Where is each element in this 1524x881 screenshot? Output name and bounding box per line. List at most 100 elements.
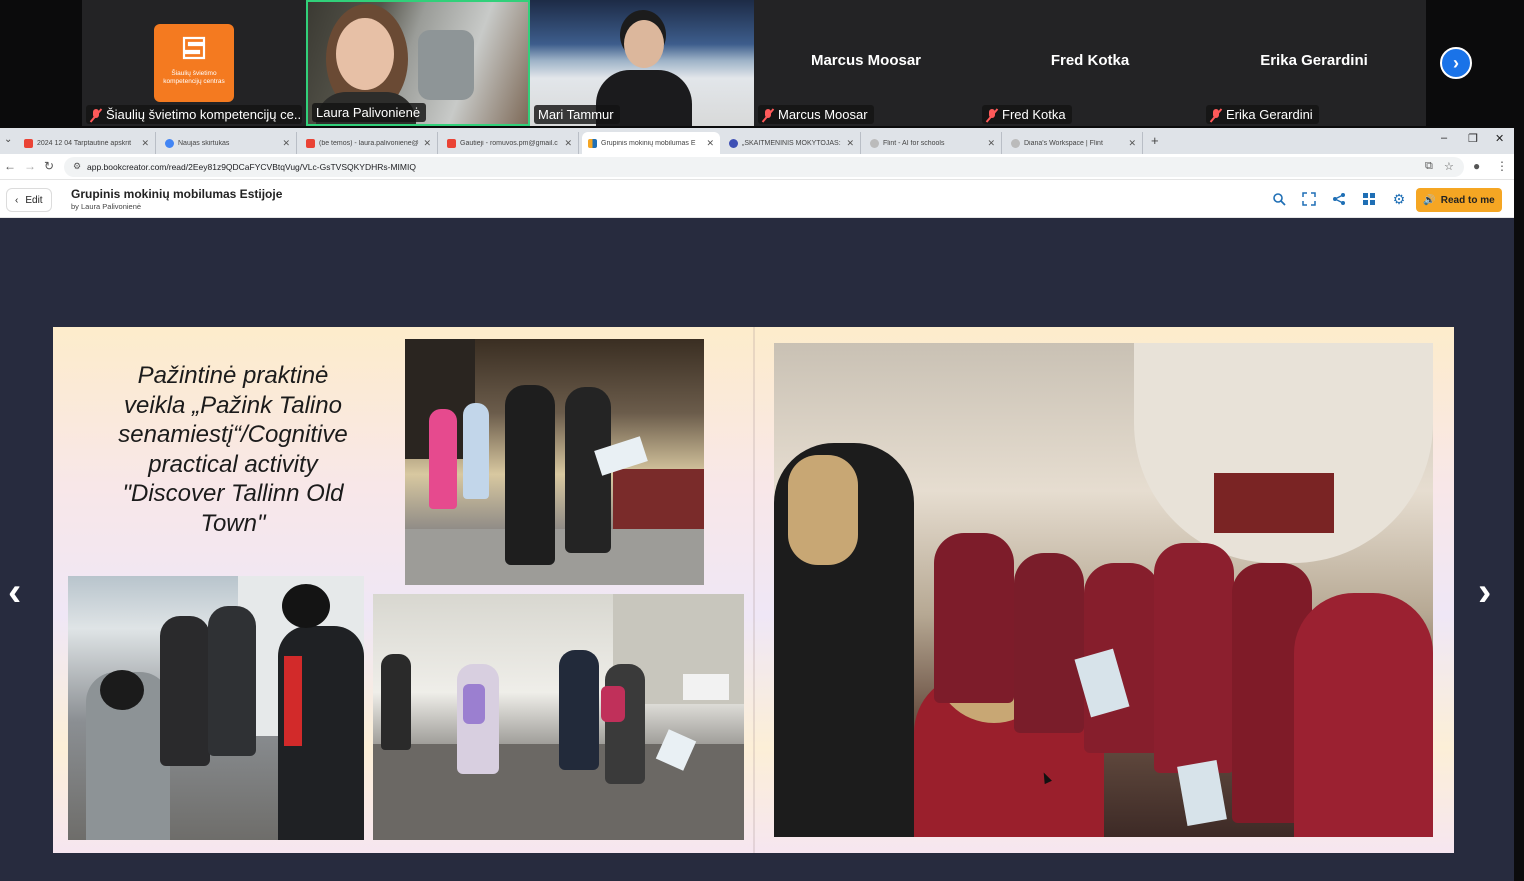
bookmark-star-icon[interactable]: ☆ [1444,160,1454,173]
browser-menu-icon[interactable]: ⋮ [1496,159,1508,173]
flint-icon [1011,138,1020,148]
caption-line: Town" [200,509,266,537]
participant-name-tag: Fred Kotka [982,105,1072,124]
tab-label: (be temos) - laura.palivoniene@ [319,139,419,147]
participant-tile-organization[interactable]: Šiaulių švietimo kompetencijų centras Ši… [82,0,306,126]
zoom-icon[interactable] [1270,190,1288,208]
close-icon[interactable]: ✕ [846,138,854,149]
minimize-icon[interactable]: – [1441,132,1447,144]
child-blue-shape [463,403,489,499]
child-black-shape [208,606,256,756]
child-black-shape [505,385,555,565]
tab-gmail-3[interactable]: Gautieji - romuvos.pm@gmail.c ✕ [441,132,579,154]
mic-off-icon [762,108,774,122]
adult-shape [559,650,599,770]
back-icon[interactable]: ← [4,159,16,173]
flint-icon [870,138,879,148]
mic-off-icon [1210,108,1222,122]
restore-icon[interactable]: ❐ [1468,132,1478,145]
gmail-icon [306,138,315,148]
participant-name-tag: Mari Tammur [534,105,620,124]
participant-display-name: Marcus Moosar [810,52,922,69]
participant-name: Marcus Moosar [778,107,868,122]
bench-shape [1214,473,1334,533]
browser-window: ⌄ 2024 12 04 Tarptautinė apskrit ✕ Nauja… [0,128,1514,881]
participant-tile-marcus[interactable]: Marcus Moosar Marcus Moosar [754,0,978,126]
forward-icon[interactable]: → [24,159,36,173]
book-title: Grupinis mokinių mobilumas Estijoje [71,187,283,201]
tab-bookcreator[interactable]: Grupinis mokinių mobilumas E ✕ [582,132,720,154]
bench-shape [683,674,729,700]
participant-name-tag: Laura Palivonienė [312,103,427,122]
photo-old-town-square[interactable] [373,594,744,840]
read-to-me-button[interactable]: 🔊 Read to me [1416,188,1502,212]
hat-shape [100,670,144,710]
reload-icon[interactable]: ↻ [44,159,54,173]
close-icon[interactable]: ✕ [282,138,290,149]
photo-children-walking[interactable] [68,576,364,840]
participant-name-tag: Marcus Moosar [758,105,874,124]
close-icon[interactable]: ✕ [987,138,995,149]
caption-line: veikla „Pažink Talino [124,391,342,419]
participant-tile-erika[interactable]: Erika Gerardini Erika Gerardini [1202,0,1426,126]
participant-name: Mari Tammur [538,107,614,122]
book-spread: Pažintinė praktinė veikla „Pažink Talino… [53,327,1454,853]
close-icon[interactable]: ✕ [706,138,714,149]
child-red-shape [934,533,1014,703]
bookcreator-icon [588,138,597,148]
close-icon[interactable]: ✕ [423,138,431,149]
mic-off-icon [986,108,998,122]
close-window-icon[interactable]: ✕ [1495,132,1504,145]
settings-icon[interactable]: ⚙ [1390,190,1408,208]
participant-tile-mari[interactable]: Mari Tammur [530,0,754,126]
tab-gmail-1[interactable]: 2024 12 04 Tarptautinė apskrit ✕ [18,132,156,154]
tab-gmail-2[interactable]: (be temos) - laura.palivoniene@ ✕ [300,132,438,154]
tab-search-icon[interactable]: ⌄ [4,134,12,145]
organization-logo: Šiaulių švietimo kompetencijų centras [154,24,234,102]
face-shape [336,18,394,90]
tab-skaitmeninis[interactable]: „SKAITMENINIS MOKYTOJAS: A ✕ [723,132,861,154]
next-participants-button[interactable]: › [1440,47,1472,79]
new-tab-icon[interactable]: + [1151,133,1159,148]
participant-display-name: Fred Kotka [1050,52,1130,69]
child-black-shape [160,616,210,766]
chevron-right-icon: › [1453,52,1459,73]
url-text: app.bookcreator.com/read/2Eey81z9QDCaFYC… [87,162,416,172]
logo-text: Šiaulių švietimo kompetencijų centras [163,70,225,85]
child-red-shape [1294,593,1433,837]
site-info-icon[interactable]: ⚙ [73,161,81,172]
participant-name: Laura Palivonienė [316,105,421,120]
photo-group-indoors[interactable] [774,343,1433,837]
share-icon[interactable] [1330,190,1348,208]
participant-tile-fred[interactable]: Fred Kotka Fred Kotka [978,0,1202,126]
close-icon[interactable]: ✕ [1128,138,1136,149]
install-icon[interactable]: ⧉ [1425,160,1433,173]
close-icon[interactable]: ✕ [564,138,572,149]
hat-shape [282,584,330,628]
tab-label: „SKAITMENINIS MOKYTOJAS: A [742,139,843,147]
backpack-shape [463,684,485,724]
child-red-shape [1014,553,1084,733]
tab-label: Diana's Workspace | Flint [1024,139,1103,147]
profile-icon[interactable]: ● [1473,159,1480,173]
tab-label: Gautieji - romuvos.pm@gmail.c [460,139,558,147]
participant-tile-laura[interactable]: Laura Palivonienė [306,0,530,126]
next-page-arrow-icon[interactable]: › [1478,570,1491,615]
child-shape [605,664,645,784]
tab-flint-2[interactable]: Diana's Workspace | Flint ✕ [1005,132,1143,154]
mic-off-icon [90,108,102,122]
photo-children-with-maps[interactable] [405,339,704,585]
edit-button[interactable]: ‹ Edit [6,188,52,212]
url-input[interactable]: ⚙ app.bookcreator.com/read/2Eey81z9QDCaF… [64,157,1464,177]
fullscreen-icon[interactable] [1300,190,1318,208]
tab-new-tab[interactable]: Naujas skirtukas ✕ [159,132,297,154]
speaker-icon: 🔊 [1423,194,1436,206]
tab-label: Naujas skirtukas [178,139,230,147]
previous-page-arrow-icon[interactable]: ‹ [8,570,21,615]
grid-icon[interactable] [1360,190,1378,208]
face-shape [624,20,664,68]
tab-label: 2024 12 04 Tarptautinė apskrit [37,139,132,147]
right-edge-bar [1514,128,1524,881]
close-icon[interactable]: ✕ [141,138,149,149]
tab-flint-1[interactable]: Flint - AI for schools ✕ [864,132,1002,154]
